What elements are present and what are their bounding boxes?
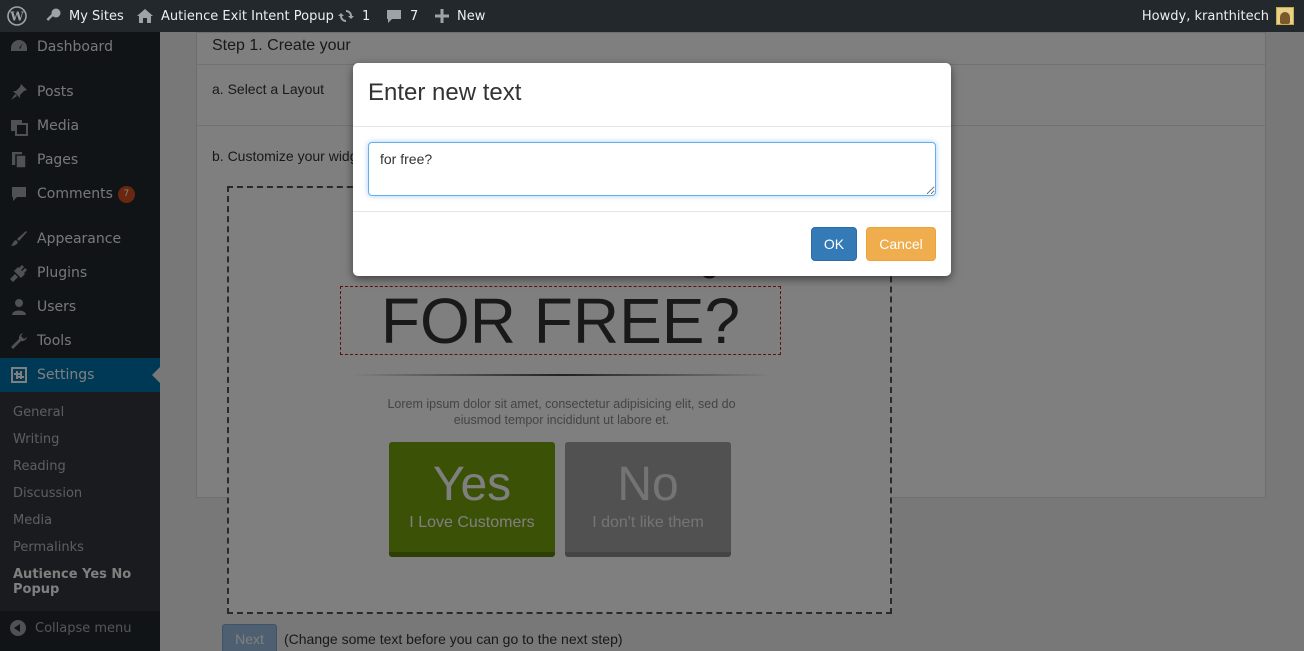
howdy-label: Howdy, kranthitech: [1141, 8, 1269, 24]
plus-icon: [435, 9, 449, 23]
divider: [353, 126, 951, 127]
updates-menu[interactable]: 1: [337, 0, 370, 32]
updates-count: 1: [362, 8, 371, 24]
my-sites-label: My Sites: [69, 8, 124, 24]
account-menu[interactable]: Howdy, kranthitech: [1142, 0, 1294, 32]
new-label: New: [457, 8, 486, 24]
refresh-icon: [338, 10, 354, 22]
site-name-label: Autience Exit Intent Popup: [161, 8, 334, 24]
key-icon: [46, 8, 61, 21]
enter-text-dialog: Enter new text for free? OK Cancel: [353, 63, 951, 276]
dialog-title: Enter new text: [368, 79, 522, 106]
comment-icon: [387, 10, 401, 23]
svg-text:W: W: [9, 10, 24, 24]
site-name-menu[interactable]: Autience Exit Intent Popup: [136, 0, 334, 32]
home-icon: [137, 9, 153, 23]
new-content-menu[interactable]: New: [434, 0, 485, 32]
admin-bar: W My Sites Autience Exit Intent Popup 1 …: [0, 0, 1304, 32]
comments-count: 7: [410, 8, 419, 24]
cancel-button[interactable]: Cancel: [866, 227, 936, 261]
modal-backdrop[interactable]: Enter new text for free? OK Cancel: [0, 32, 1304, 651]
divider: [353, 211, 951, 212]
my-sites-menu[interactable]: My Sites: [44, 0, 124, 32]
ok-button[interactable]: OK: [811, 227, 857, 261]
new-text-input[interactable]: for free?: [368, 142, 936, 196]
comments-menu[interactable]: 7: [385, 0, 418, 32]
wordpress-logo-icon[interactable]: W: [7, 0, 27, 32]
avatar: [1276, 7, 1294, 25]
